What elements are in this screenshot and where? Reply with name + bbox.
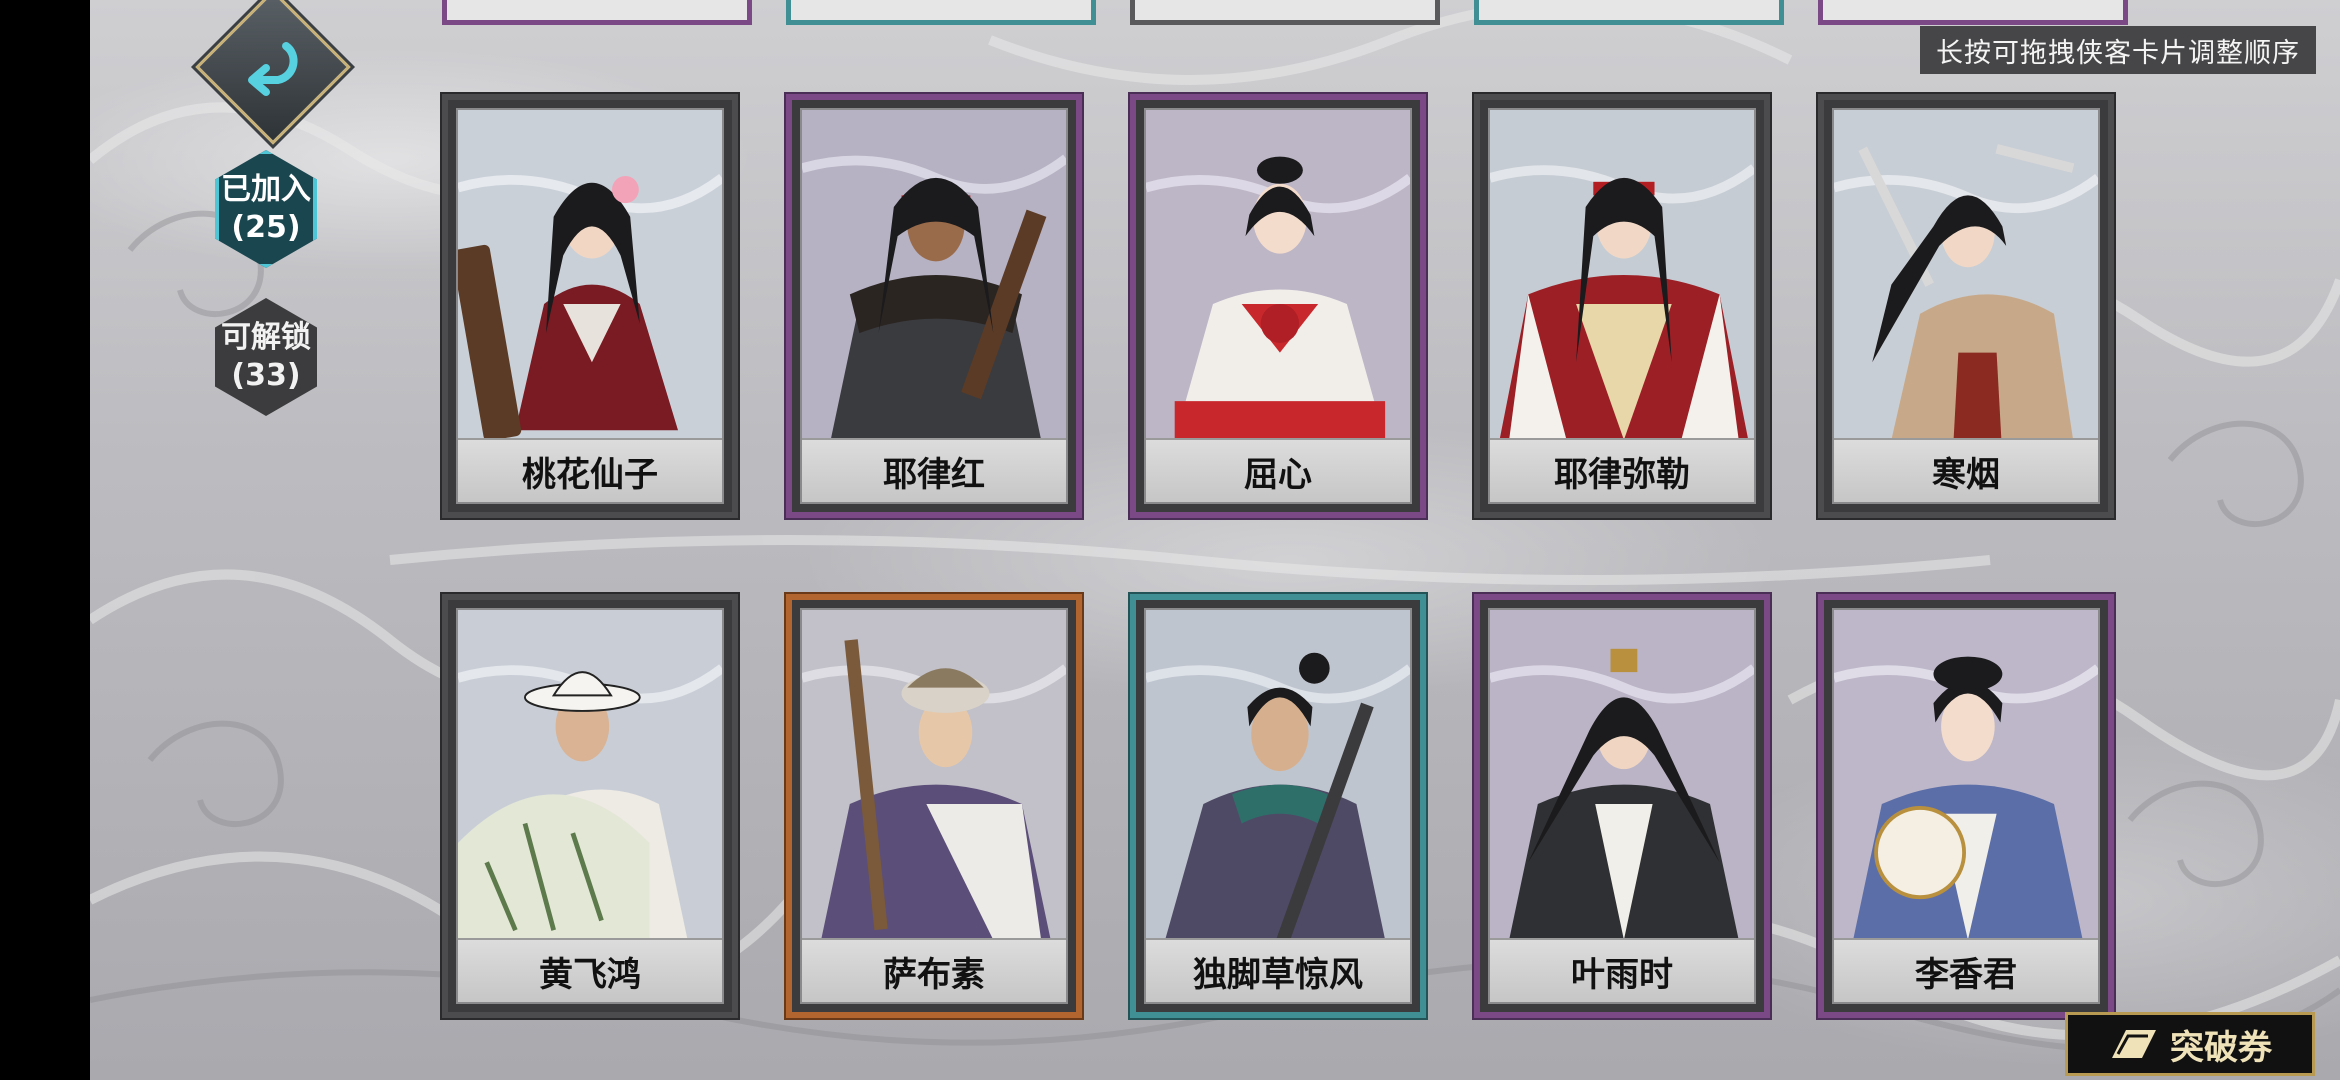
hero-name: 屈心 [1146,438,1410,502]
hero-card[interactable]: 黄飞鸿 [442,594,738,1018]
hero-card[interactable]: 耶律弥勒 [1474,94,1770,518]
drag-reorder-hint: 长按可拖拽侠客卡片调整顺序 [1920,26,2316,74]
card-frame: 萨布素 [800,608,1068,1004]
game-screen: 已加入 (25) 可解锁 (33) 长按可拖拽侠客卡片调整顺序 桃花仙子 耶律红… [90,0,2340,1080]
hero-name: 黄飞鸿 [458,938,722,1002]
hero-name: 李香君 [1834,938,2098,1002]
hero-card[interactable]: 寒烟 [1818,94,2114,518]
hero-name: 独脚草惊风 [1146,938,1410,1002]
hero-name: 萨布素 [802,938,1066,1002]
card-frame: 桃花仙子 [456,108,724,504]
card-frame: 寒烟 [1832,108,2100,504]
card-frame: 耶律弥勒 [1488,108,1756,504]
breakthrough-voucher-button[interactable]: 突破券 [2065,1012,2315,1076]
card-partial[interactable] [442,0,752,25]
card-frame: 叶雨时 [1488,608,1756,1004]
hero-card[interactable]: 独脚草惊风 [1130,594,1426,1018]
card-partial[interactable] [1818,0,2128,25]
hero-card[interactable]: 萨布素 [786,594,1082,1018]
unlockable-filter-label: 可解锁 [221,320,311,355]
card-frame: 黄飞鸿 [456,608,724,1004]
hero-name: 叶雨时 [1490,938,1754,1002]
hero-card[interactable]: 屈心 [1130,94,1426,518]
card-frame: 耶律红 [800,108,1068,504]
card-frame: 李香君 [1832,608,2100,1004]
hero-card[interactable]: 耶律红 [786,94,1082,518]
card-frame: 独脚草惊风 [1144,608,1412,1004]
card-frame: 屈心 [1144,108,1412,504]
card-partial[interactable] [1474,0,1784,25]
hero-card[interactable]: 叶雨时 [1474,594,1770,1018]
hero-name: 耶律弥勒 [1490,438,1754,502]
joined-filter-count: (25) [231,210,301,245]
card-partial[interactable] [786,0,1096,25]
card-partial[interactable] [1130,0,1440,25]
unlockable-filter-count: (33) [231,358,301,393]
hero-name: 寒烟 [1834,438,2098,502]
hero-card[interactable]: 李香君 [1818,594,2114,1018]
ticket-icon [2112,1030,2156,1058]
hero-name: 桃花仙子 [458,438,722,502]
return-arrow-icon [221,15,325,119]
joined-filter-label: 已加入 [221,172,311,207]
hero-card[interactable]: 桃花仙子 [442,94,738,518]
hero-name: 耶律红 [802,438,1066,502]
breakthrough-voucher-label: 突破券 [2170,1027,2272,1068]
